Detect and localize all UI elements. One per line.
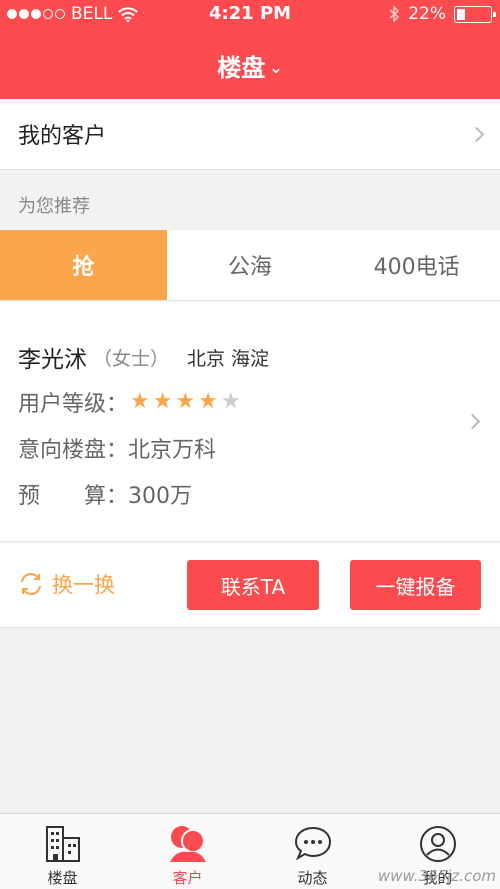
tabbar-label-buildings: 楼盘: [47, 869, 78, 887]
customer-name: 李光沭: [18, 347, 87, 373]
customers-icon: [166, 824, 210, 864]
tabbar-label-customers: 客户: [172, 869, 203, 887]
budget-value: 300万: [128, 484, 193, 509]
watermark-text: www.365jz.com: [377, 867, 496, 885]
my-customers-row[interactable]: 我的客户: [0, 99, 500, 170]
tabbar-item-customers[interactable]: 客户: [125, 814, 250, 889]
customer-intent-row: 意向楼盘： 北京万科: [18, 432, 216, 464]
status-right: 22%: [388, 4, 496, 24]
tabbar-label-activity: 动态: [297, 869, 328, 887]
refresh-button[interactable]: 换一换: [18, 569, 115, 599]
tab-400-phone[interactable]: 400电话: [333, 230, 500, 300]
level-label: 用户等级：: [18, 392, 129, 417]
star-filled-icon: ★: [175, 389, 196, 414]
status-bar: BELL 4:21 PM 22%: [0, 0, 500, 30]
customer-header: 李光沭 （女士） 北京 海淀: [18, 340, 269, 374]
customer-budget-row: 预 算： 300万: [18, 478, 192, 510]
chat-bubble-icon: [293, 824, 333, 864]
tabbar-item-activity[interactable]: 动态: [250, 814, 375, 889]
star-filled-icon: ★: [152, 389, 173, 414]
top-header: BELL 4:21 PM 22% 楼盘 ⌄: [0, 0, 500, 99]
star-empty-icon: ★: [220, 389, 241, 414]
intent-label: 意向楼盘：: [18, 438, 129, 463]
battery-percent: 22%: [408, 4, 446, 24]
tabbar-item-buildings[interactable]: 楼盘: [0, 814, 125, 889]
chevron-right-icon: [468, 126, 485, 142]
battery-icon: [454, 5, 496, 23]
intent-value: 北京万科: [128, 438, 217, 463]
level-stars: ★ ★ ★ ★ ★: [130, 391, 241, 413]
refresh-label: 换一换: [52, 573, 115, 597]
budget-label: 预 算：: [18, 484, 129, 509]
star-filled-icon: ★: [130, 389, 150, 414]
chevron-down-icon: ⌄: [269, 58, 283, 77]
recommend-section-title: 为您推荐: [18, 196, 90, 217]
bluetooth-icon: [389, 5, 400, 23]
customer-level-row: 用户等级： ★ ★ ★ ★ ★: [18, 386, 241, 418]
customer-card[interactable]: 李光沭 （女士） 北京 海淀 用户等级： ★ ★ ★ ★ ★ 意向楼盘： 北京万科 预 …: [0, 302, 500, 542]
quick-report-button[interactable]: 一键报备: [350, 560, 481, 610]
contact-button[interactable]: 联系TA: [187, 560, 319, 610]
customer-location: 北京 海淀: [187, 347, 270, 370]
tab-grab[interactable]: 抢: [0, 230, 167, 300]
tab-public-pool[interactable]: 公海: [167, 230, 334, 300]
customer-gender: （女士）: [93, 347, 170, 370]
recommend-tabs: 抢 公海 400电话: [0, 230, 500, 301]
chevron-right-icon: [464, 413, 481, 430]
user-profile-icon: [418, 824, 458, 864]
refresh-icon: [21, 573, 41, 595]
nav-title-text: 楼盘: [217, 54, 266, 82]
my-customers-label: 我的客户: [18, 124, 107, 149]
star-filled-icon: ★: [198, 389, 218, 414]
customer-actions: 换一换 联系TA 一键报备: [0, 543, 500, 628]
nav-title-dropdown[interactable]: 楼盘 ⌄: [0, 48, 500, 83]
building-icon: [43, 824, 83, 864]
